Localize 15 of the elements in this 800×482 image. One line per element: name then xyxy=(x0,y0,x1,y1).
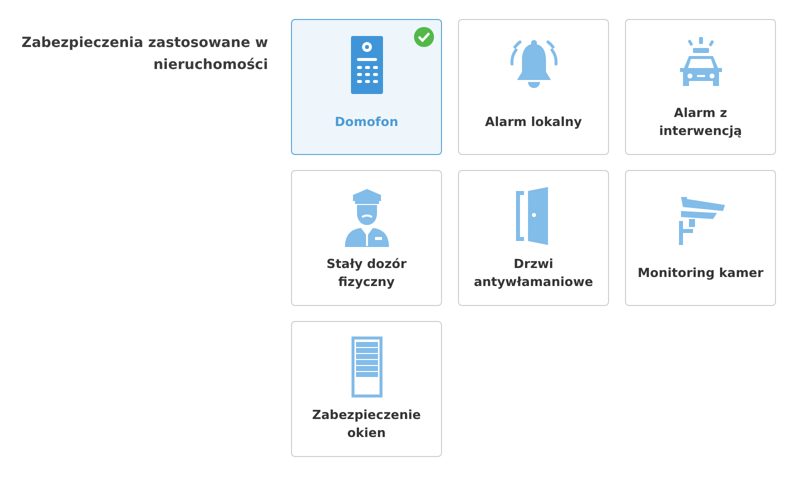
option-card[interactable]: Monitoring kamer xyxy=(625,170,776,306)
option-label: Stały dozór fizyczny xyxy=(325,255,408,291)
option-label: Drzwi antywłamaniowe xyxy=(472,255,594,291)
option-card[interactable]: Drzwi antywłamaniowe xyxy=(458,170,609,306)
option-label: Monitoring kamer xyxy=(636,264,764,282)
option-card[interactable]: Alarm lokalny xyxy=(458,19,609,155)
section-label: Zabezpieczenia zastosowane w nieruchomości xyxy=(20,34,268,75)
option-label: Alarm lokalny xyxy=(484,113,583,131)
option-card[interactable]: Alarm z interwencją xyxy=(625,19,776,155)
option-label: Domofon xyxy=(334,113,400,131)
option-label: Zabezpieczenie okien xyxy=(311,406,422,442)
option-card[interactable]: Zabezpieczenie okien xyxy=(291,321,442,457)
option-card[interactable]: Stały dozór fizyczny xyxy=(291,170,442,306)
option-label: Alarm z interwencją xyxy=(658,104,743,140)
checkmark-icon xyxy=(414,27,434,47)
